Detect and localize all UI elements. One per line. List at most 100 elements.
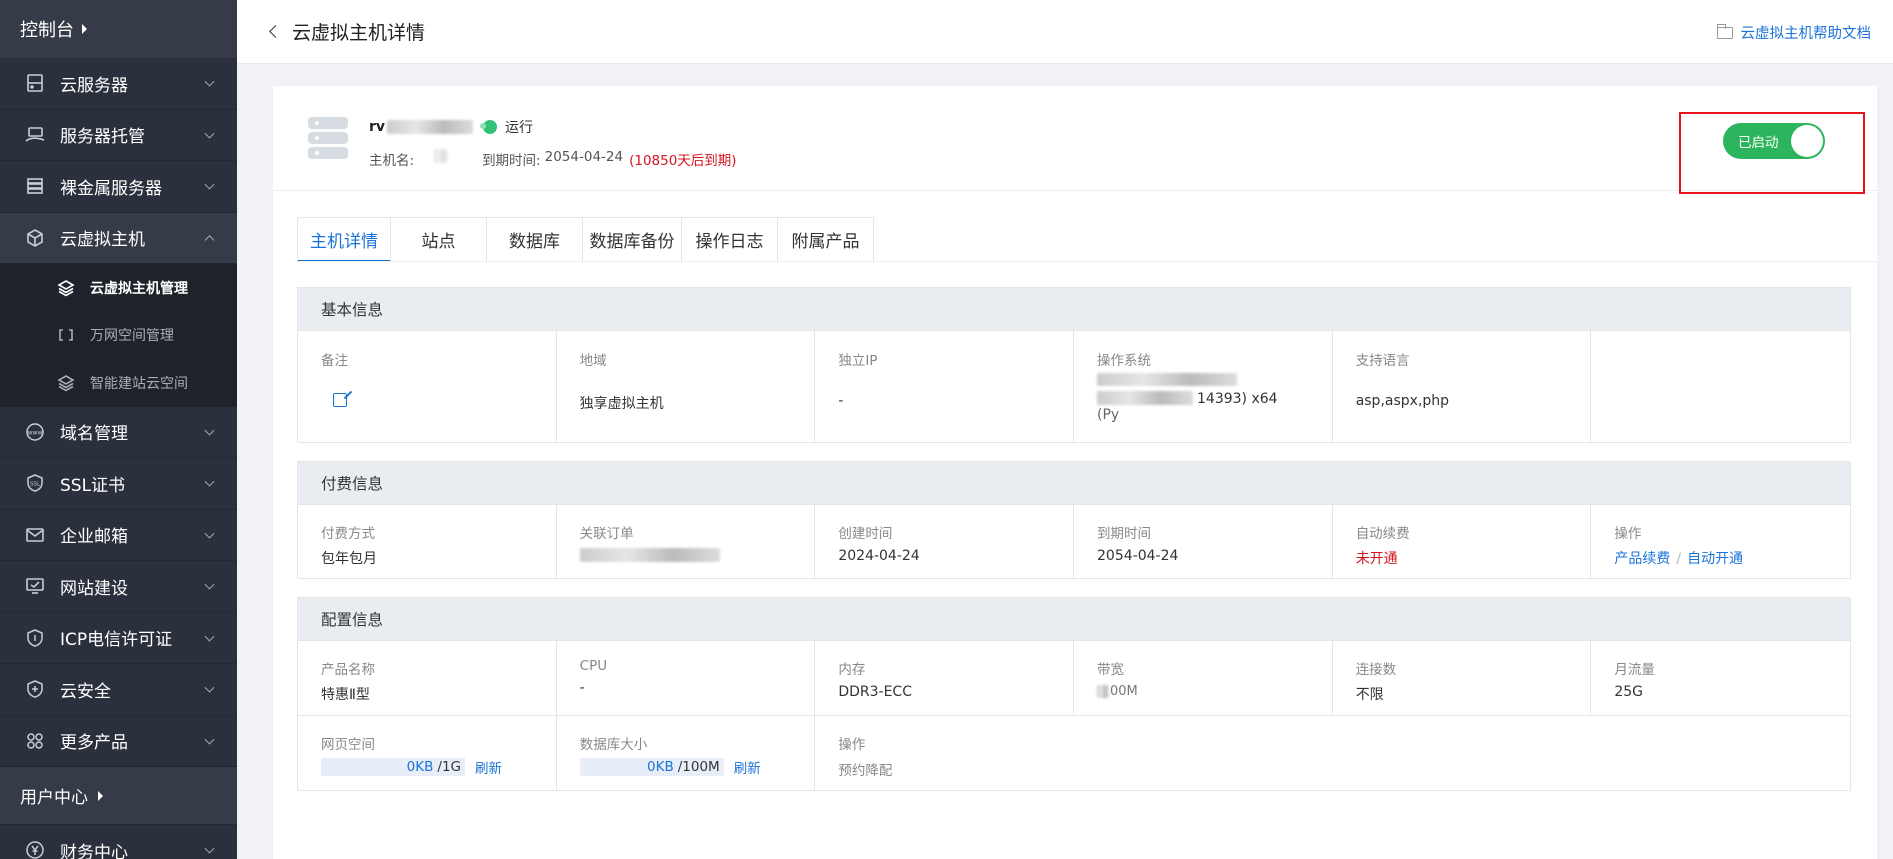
tab-db-backup[interactable]: 数据库备份 — [583, 217, 682, 262]
sidebar-item-icp[interactable]: ICP电信许可证 — [0, 613, 237, 664]
renew-cell: 自动续费 未开通 — [1333, 505, 1592, 578]
downgrade-action[interactable]: 预约降配 — [838, 759, 1827, 779]
sidebar-item-cloud-security[interactable]: 云安全 — [0, 664, 237, 716]
status-text: 运行 — [505, 120, 534, 136]
sidebar-item-cloud-server[interactable]: 云服务器 — [0, 58, 237, 110]
product-cell: 产品名称 特惠Ⅱ型 — [298, 641, 557, 715]
web-space-meter: 0KB /1G — [321, 758, 465, 776]
tab-database[interactable]: 数据库 — [487, 217, 583, 262]
sidebar-item-server-hosting[interactable]: 服务器托管 — [0, 110, 237, 161]
billing-info-section: 付费信息 付费方式 包年包月 关联订单 创建时间 2024-04-24 到期时间… — [297, 461, 1851, 579]
conn-label: 连接数 — [1355, 662, 1397, 678]
sidebar-item-virtual-host[interactable]: 云虚拟主机 — [0, 212, 237, 264]
tabs-divider — [297, 261, 1877, 262]
tab-addons[interactable]: 附属产品 — [778, 217, 874, 262]
cube-icon — [24, 227, 46, 249]
mem-cell: 内存 DDR3-ECC — [815, 641, 1075, 715]
sidebar-subitem-vhost-manage[interactable]: 云虚拟主机管理 — [0, 264, 237, 312]
mem-label: 内存 — [838, 662, 866, 678]
toggle-knob — [1791, 125, 1823, 157]
chevron-down-icon — [204, 843, 215, 854]
ops-label: 操作 — [1614, 526, 1642, 542]
folder-icon — [1716, 23, 1733, 39]
user-center-label: 用户中心 — [20, 788, 88, 808]
redacted-hostname — [434, 149, 449, 163]
redacted-os — [1097, 373, 1238, 386]
server-icon — [24, 72, 46, 94]
sidebar-item-mail[interactable]: 企业邮箱 — [0, 510, 237, 561]
host-meta: 主机名: 到期时间: 2054-04-24 (10850天后到期) — [369, 149, 737, 169]
ip-value: - — [838, 393, 844, 409]
sidebar-item-website-build[interactable]: 网站建设 — [0, 561, 237, 613]
sidebar-subitem-label: 智能建站云空间 — [90, 375, 188, 392]
icp-shield-icon — [24, 627, 46, 649]
tab-host-detail[interactable]: 主机详情 — [297, 217, 391, 262]
help-doc-label: 云虚拟主机帮助文档 — [1740, 26, 1872, 42]
edit-icon[interactable] — [333, 393, 347, 407]
tab-sites[interactable]: 站点 — [391, 217, 487, 262]
created-label: 创建时间 — [838, 526, 893, 542]
traffic-cell: 月流量 25G — [1591, 641, 1850, 715]
redacted-bandwidth — [1097, 685, 1110, 698]
toggle-label: 已启动 — [1738, 135, 1779, 151]
www-icon: www — [24, 421, 46, 443]
back-arrow-icon[interactable] — [269, 25, 282, 38]
os-label: 操作系统 — [1097, 353, 1152, 369]
host-name: rv — [369, 119, 386, 135]
renew-product-link[interactable]: 产品续费 — [1614, 551, 1670, 567]
sidebar-subitem-smart-site[interactable]: 智能建站云空间 — [0, 359, 237, 407]
help-doc-link[interactable]: 云虚拟主机帮助文档 — [1716, 22, 1872, 43]
pay-label: 付费方式 — [321, 526, 375, 542]
sidebar: 控制台 云服务器 服务器托管 裸金属服务器 云虚拟主机 云虚拟主机管理 万网空间… — [0, 0, 237, 859]
yuan-icon — [24, 839, 46, 859]
expire-label: 到期时间 — [1097, 526, 1152, 542]
hostname-label: 主机名: — [369, 153, 415, 169]
console-menu[interactable]: 控制台 — [0, 0, 237, 58]
sidebar-item-ssl[interactable]: SSL SSL证书 — [0, 458, 237, 510]
chevron-down-icon — [204, 579, 215, 590]
caret-right-icon — [98, 790, 103, 801]
sidebar-item-bare-metal[interactable]: 裸金属服务器 — [0, 161, 237, 213]
virtual-host-submenu: 云虚拟主机管理 万网空间管理 智能建站云空间 — [0, 264, 237, 407]
bandwidth-cell: 带宽 00M — [1074, 641, 1333, 715]
sidebar-item-finance[interactable]: 财务中心 — [0, 825, 237, 859]
sidebar-item-label: 云安全 — [60, 681, 111, 702]
refresh-web-space-link[interactable]: 刷新 — [475, 757, 502, 777]
os-fragment-2: (Py — [1097, 407, 1120, 423]
created-value: 2024-04-24 — [838, 548, 920, 564]
redacted-order — [579, 548, 720, 562]
sidebar-item-more-products[interactable]: 更多产品 — [0, 716, 237, 767]
basic-info-row: 备注 地域 独享虚拟主机 独立IP - 操作系统 14393) x64 (Py — [298, 330, 1850, 442]
sidebar-item-label: 域名管理 — [60, 424, 128, 445]
sidebar-subitem-wanwang-space[interactable]: 万网空间管理 — [0, 312, 237, 360]
link-separator: / — [1676, 551, 1682, 567]
sidebar-subitem-label: 云虚拟主机管理 — [90, 280, 188, 297]
expire-value: 2054-04-24 — [1097, 548, 1179, 564]
highlight-frame: 已启动 — [1679, 112, 1865, 194]
order-label: 关联订单 — [579, 526, 634, 542]
console-label: 控制台 — [20, 20, 74, 41]
power-toggle[interactable]: 已启动 — [1723, 123, 1825, 159]
server-stack-icon — [308, 117, 348, 161]
tab-op-log[interactable]: 操作日志 — [682, 217, 778, 262]
conn-value: 不限 — [1355, 687, 1384, 703]
host-detail-card: rv 运行 主机名: 到期时间: 2054-04-24 (10850天后到期) … — [273, 86, 1877, 859]
renew-value: 未开通 — [1355, 551, 1398, 567]
user-center-menu[interactable]: 用户中心 — [0, 767, 237, 825]
pay-cell: 付费方式 包年包月 — [298, 505, 557, 578]
bandwidth-fragment: 00M — [1110, 684, 1138, 699]
config-ops-cell: 操作 预约降配 — [815, 716, 1850, 790]
web-space-label: 网页空间 — [321, 737, 375, 753]
expire-label: 到期时间: — [482, 153, 541, 169]
auto-renew-link[interactable]: 自动开通 — [1687, 551, 1743, 567]
conn-cell: 连接数 不限 — [1333, 641, 1592, 715]
refresh-db-size-link[interactable]: 刷新 — [734, 757, 761, 777]
sidebar-item-domain[interactable]: www 域名管理 — [0, 407, 237, 458]
db-size-cell: 数据库大小 0KB /100M 刷新 — [557, 716, 816, 790]
order-cell: 关联订单 — [557, 505, 816, 578]
cpu-label: CPU — [579, 658, 608, 674]
sidebar-item-label: 网站建设 — [60, 578, 128, 599]
section-title: 付费信息 — [298, 462, 1850, 504]
region-cell: 地域 独享虚拟主机 — [557, 331, 816, 442]
traffic-label: 月流量 — [1614, 662, 1655, 678]
